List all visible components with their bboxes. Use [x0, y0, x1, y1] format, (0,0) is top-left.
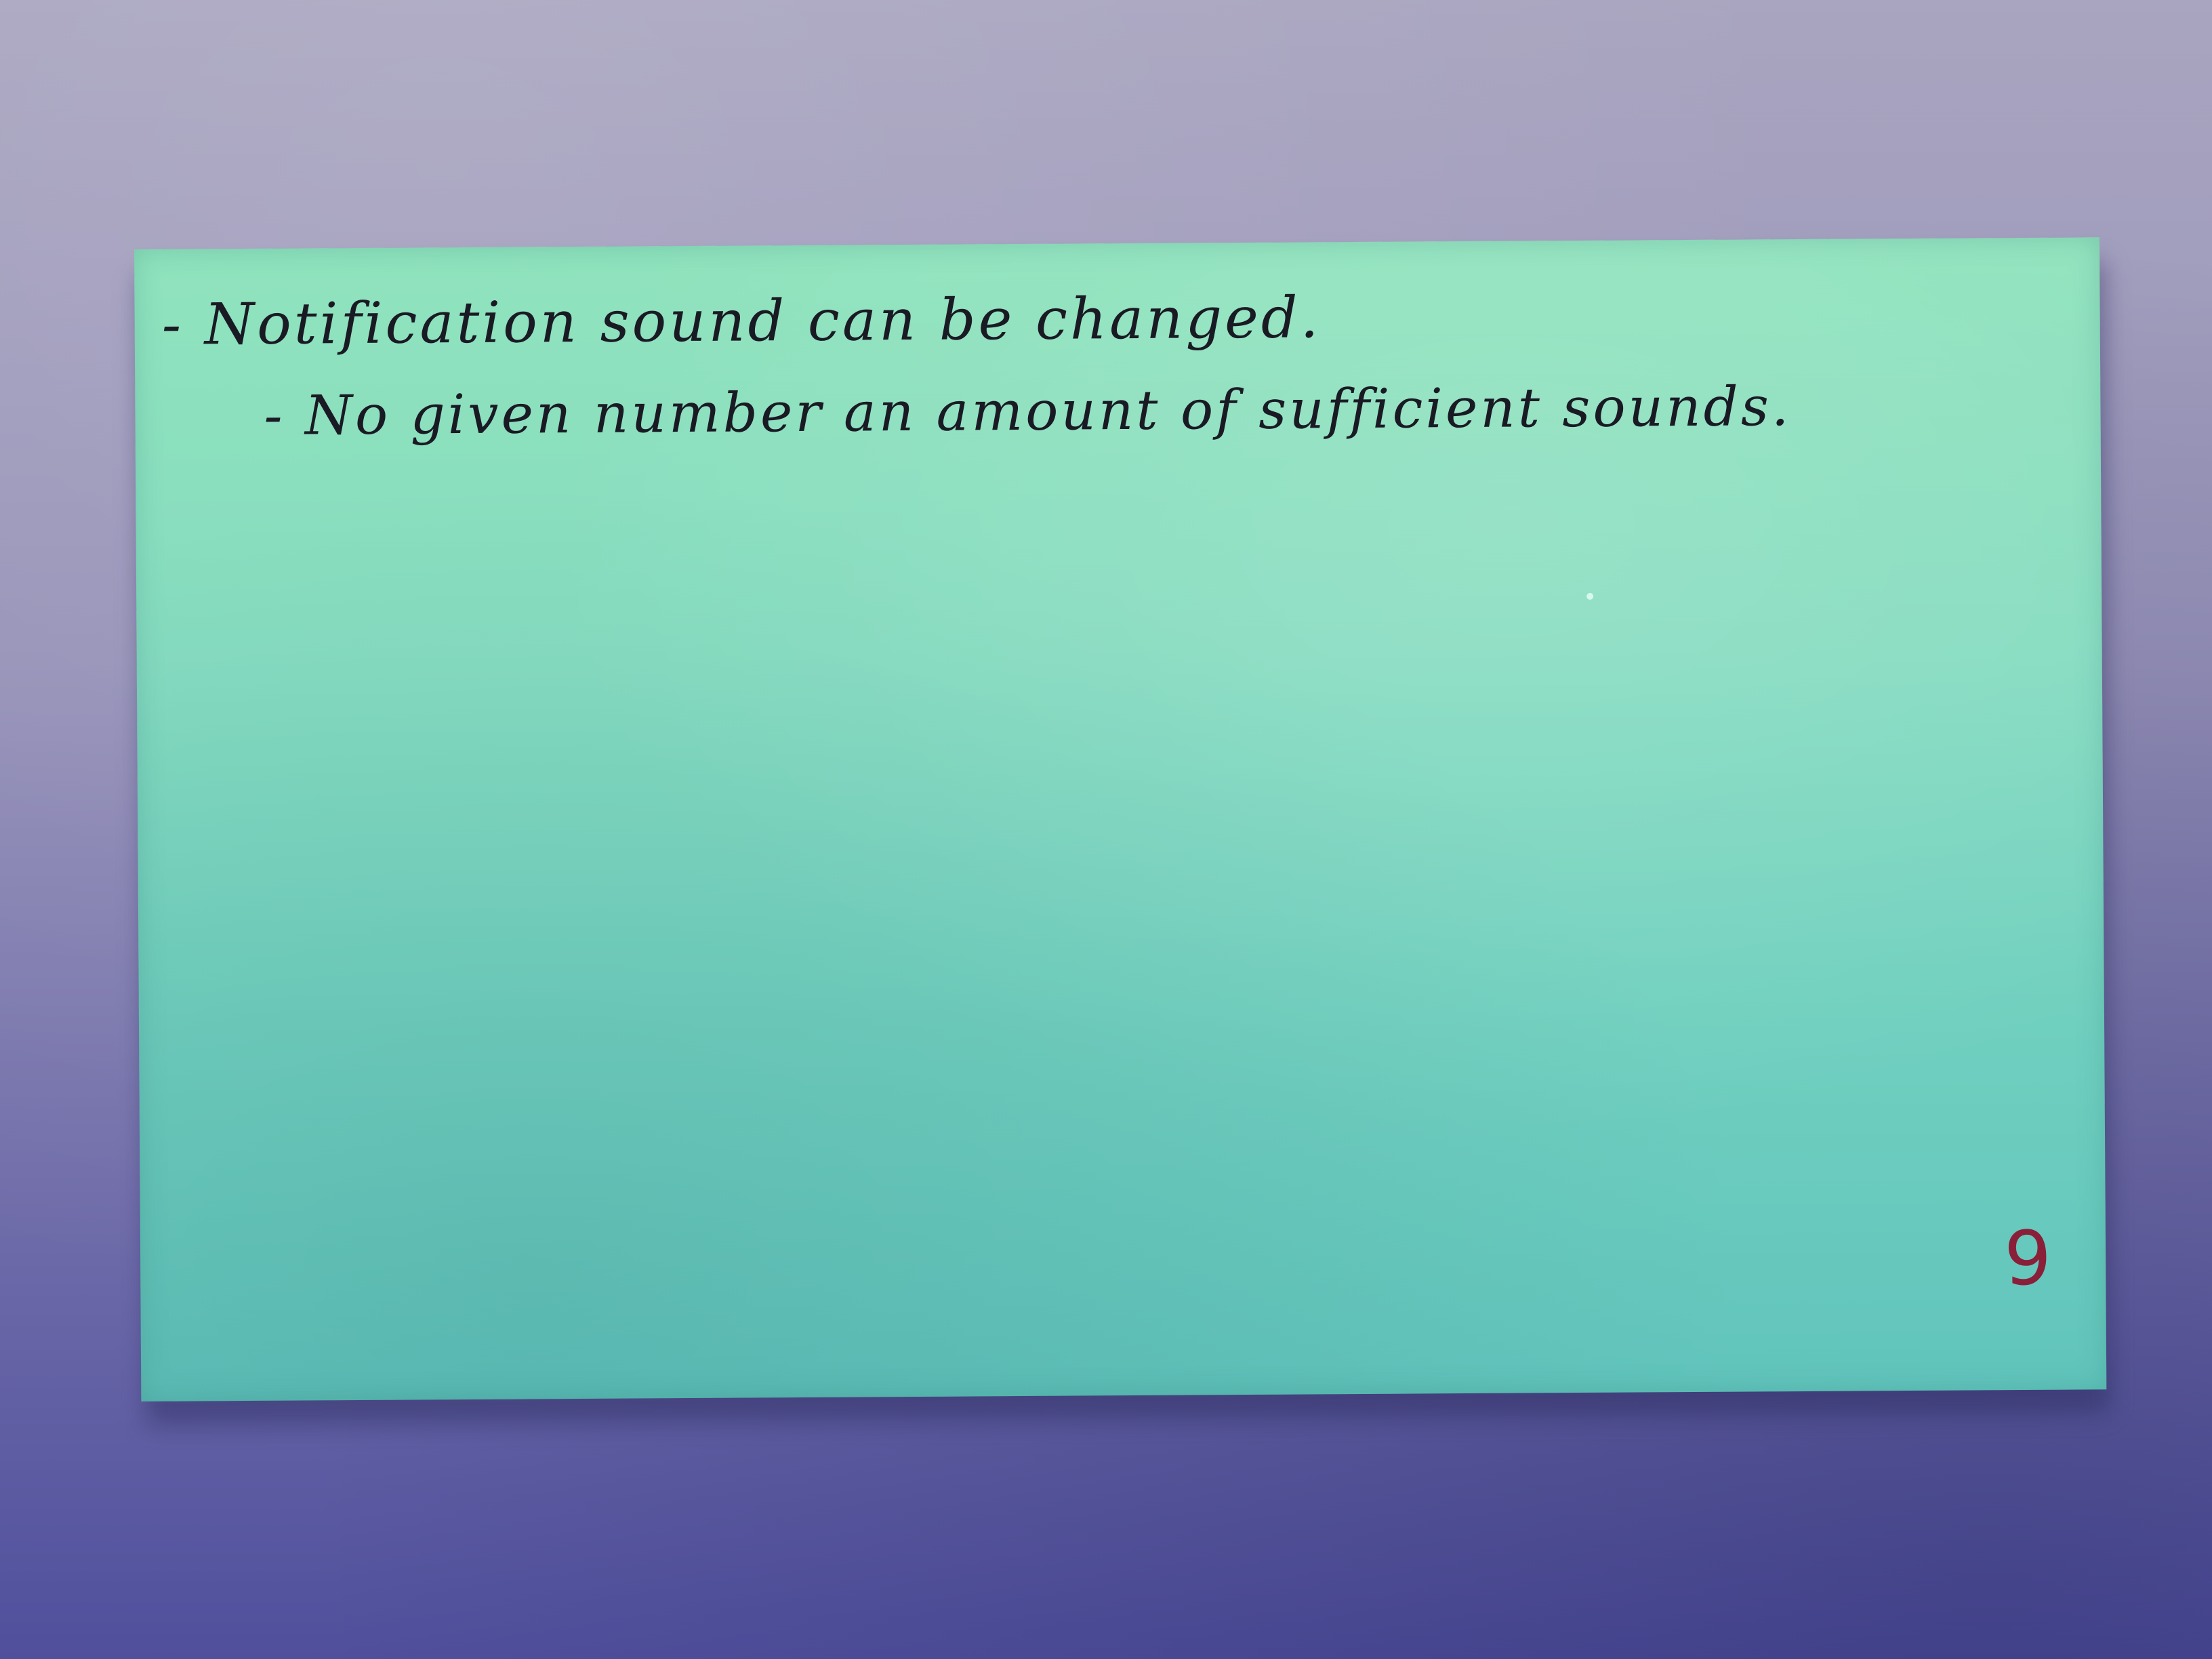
index-card: - Notification sound can be changed. - N… — [134, 237, 2107, 1401]
note-line-2: - No given number an amount of sufficien… — [264, 375, 1792, 447]
page-number: 9 — [2003, 1214, 2052, 1303]
note-line-1: - Notification sound can be changed. — [161, 284, 1322, 358]
paper-speck — [1586, 592, 1594, 600]
